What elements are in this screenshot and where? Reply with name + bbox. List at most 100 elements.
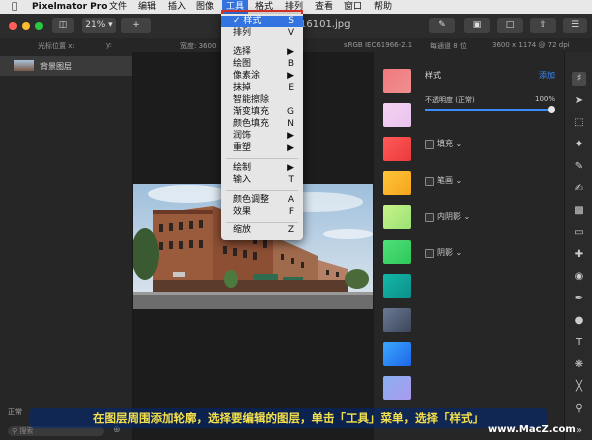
menu-item-effects[interactable]: 效果 F [221, 207, 303, 218]
menu-item-color-fill[interactable]: 颜色填充 N [221, 119, 303, 130]
menu-window[interactable]: 窗口 [344, 0, 362, 14]
style-inspector: 样式 添加 不透明度 (正常) 100% 填充 ⌄ 笔画 ⌄ 内阴影 ⌄ 阴影 … [418, 52, 564, 440]
inner-shadow-label[interactable]: 内阴影 ⌄ [437, 211, 470, 222]
style-preset-2[interactable] [383, 103, 411, 127]
layer-thumbnail [14, 60, 34, 71]
minimize-button[interactable] [22, 22, 30, 30]
menu-insert[interactable]: 插入 [168, 0, 186, 14]
menu-item-reshape[interactable]: 重塑 ▶ [221, 143, 303, 154]
zoom-tool-icon[interactable]: ⚲ [572, 402, 586, 416]
text-tool-icon[interactable]: T [572, 336, 586, 350]
menu-file[interactable]: 文件 [109, 0, 127, 14]
menu-item-smart-erase[interactable]: 智能擦除 [221, 95, 303, 106]
menu-separator [226, 222, 298, 223]
menu-item-pixel[interactable]: 像素涂 ▶ [221, 71, 303, 82]
menu-view[interactable]: 查看 [315, 0, 333, 14]
menu-item-style[interactable]: ✓ 样式 S [221, 16, 303, 27]
magic-wand-icon[interactable]: ✦ [572, 138, 586, 152]
menu-separator [226, 190, 298, 191]
shadow-checkbox[interactable] [425, 249, 434, 258]
effects-tool-icon[interactable]: ❋ [572, 358, 586, 372]
tools-panel: ♯ ➤ ⬚ ✦ ✎ ✍ ▩ ▭ ✚ ◉ ✒ ● T ❋ ╳ ⚲ » [564, 52, 592, 440]
menu-item-zoom[interactable]: 缩放 Z [221, 225, 303, 236]
style-preset-3[interactable] [383, 137, 411, 161]
menu-edit[interactable]: 编辑 [138, 0, 156, 14]
fill-label[interactable]: 填充 ⌄ [437, 138, 462, 149]
opacity-value: 100% [535, 95, 556, 103]
color-profile-label: sRGB IEC61966-2.1 [344, 41, 413, 49]
shape-tool-icon[interactable]: ● [572, 314, 586, 328]
cursor-y-label: y: [106, 41, 112, 49]
width-label: 宽度: 3600 [180, 42, 217, 50]
style-preset-6[interactable] [383, 240, 411, 264]
watermark: www.MacZ.com [488, 424, 576, 435]
share-icon[interactable]: ⇧ [530, 18, 556, 33]
menu-item-draw[interactable]: 绘图 B [221, 59, 303, 70]
document-title: 16101.jpg [300, 19, 351, 30]
style-preset-10[interactable] [383, 376, 411, 400]
opacity-slider[interactable] [425, 106, 555, 113]
menu-item-erase[interactable]: 抹掉 E [221, 83, 303, 94]
menu-item-select[interactable]: 选择 ▶ [221, 47, 303, 58]
style-preset-1[interactable] [383, 69, 411, 93]
sidebar-toggle-icon[interactable]: ◫ [52, 18, 74, 33]
inspector-toggle-icon[interactable]: ☰ [563, 18, 587, 33]
app-name-menu[interactable]: Pixelmator Pro [32, 0, 107, 14]
pixel-tool-icon[interactable]: ✍ [572, 182, 586, 196]
apple-icon[interactable]:  [12, 0, 17, 14]
blend-mode-select[interactable]: 正常 [8, 407, 22, 417]
gradient-tool-icon[interactable]: ▩ [572, 204, 586, 218]
tools-dropdown-menu: ✓ 样式 S 排列 V 选择 ▶ 绘图 B 像素涂 ▶ 抹掉 E 智能擦除 渐变填充 G 颜色… [221, 14, 303, 240]
menu-item-gradient-fill[interactable]: 渐变填充 G [221, 107, 303, 118]
document-icon[interactable]: □ [497, 18, 523, 33]
add-button[interactable]: + [121, 18, 151, 33]
menu-item-color-adjust[interactable]: 颜色调整 A [221, 195, 303, 206]
tutorial-caption: 在图层周围添加轮廓，选择要编辑的图层，单击「工具」菜单，选择「样式」 [30, 408, 547, 428]
stroke-label[interactable]: 笔画 ⌄ [437, 175, 462, 186]
menu-separator [226, 158, 298, 159]
style-preset-8[interactable] [383, 308, 411, 332]
menu-item-retouch[interactable]: 润饰 ▶ [221, 131, 303, 142]
layer-name: 背景图层 [40, 62, 72, 71]
fill-checkbox[interactable] [425, 140, 434, 149]
zoom-window-button[interactable] [35, 22, 43, 30]
zoom-value: 21% [85, 20, 106, 30]
color-adjust-icon[interactable]: ◉ [572, 270, 586, 284]
style-presets-column [374, 52, 418, 440]
opacity-label: 不透明度 (正常) [425, 96, 475, 104]
search-icon: ⚲ [12, 427, 18, 435]
stroke-checkbox[interactable] [425, 177, 434, 186]
style-preset-9[interactable] [383, 342, 411, 366]
bit-depth-label: 每通道 8 位 [430, 42, 467, 50]
paint-brush-icon[interactable]: ✎ [572, 160, 586, 174]
cursor-x-label: 光标位置 x: [38, 42, 75, 50]
arrange-tool-icon[interactable]: ➤ [572, 94, 586, 108]
style-preset-7[interactable] [383, 274, 411, 298]
add-style-link[interactable]: 添加 [539, 70, 555, 81]
menu-item-type[interactable]: 输入 T [221, 175, 303, 186]
brush-icon[interactable]: ✎ [429, 18, 455, 33]
layers-panel: 背景图层 正常 ⚲ 搜索 ⊕ [0, 52, 133, 440]
menu-image[interactable]: 图像 [196, 0, 214, 14]
selection-tool-icon[interactable]: ⬚ [572, 116, 586, 130]
bandage-icon[interactable]: ✚ [572, 248, 586, 262]
eraser-icon[interactable]: ▭ [572, 226, 586, 240]
crop-tool-icon[interactable]: ╳ [572, 380, 586, 394]
menu-item-arrange[interactable]: 排列 V [221, 28, 303, 39]
crop-icon[interactable]: ▣ [464, 18, 490, 33]
style-preset-4[interactable] [383, 171, 411, 195]
opacity-slider-fill [425, 109, 555, 111]
dimensions-label: 3600 x 1174 @ 72 dpi [492, 41, 570, 49]
style-tool-icon[interactable]: ♯ [572, 72, 586, 86]
style-preset-5[interactable] [383, 205, 411, 229]
menu-help[interactable]: 帮助 [374, 0, 392, 14]
pen-tool-icon[interactable]: ✒ [572, 292, 586, 306]
shadow-label[interactable]: 阴影 ⌄ [437, 247, 462, 258]
menu-item-paint[interactable]: 绘制 ▶ [221, 163, 303, 174]
close-button[interactable] [9, 22, 17, 30]
search-placeholder: 搜索 [19, 427, 34, 435]
inner-shadow-checkbox[interactable] [425, 213, 434, 222]
layer-row[interactable]: 背景图层 [0, 56, 132, 76]
zoom-select[interactable]: 21% ▾ [82, 18, 116, 33]
opacity-slider-knob[interactable] [548, 106, 555, 113]
